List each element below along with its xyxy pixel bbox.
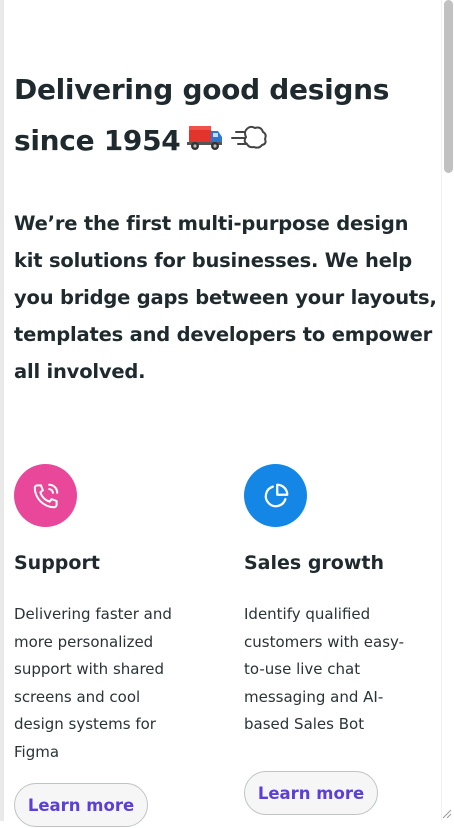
truck-icon xyxy=(186,117,224,168)
learn-more-button[interactable]: Learn more xyxy=(244,771,378,815)
phone-icon xyxy=(33,483,58,508)
feature-title: Sales growth xyxy=(244,552,385,574)
resize-grip-icon[interactable] xyxy=(440,807,452,819)
feature-sales-growth: Sales growth Identify qualified customer… xyxy=(244,464,434,815)
pie-chart-icon xyxy=(264,483,288,507)
feature-description: Identify qualified customers with easy-t… xyxy=(244,605,405,733)
feature-support: Support Delivering faster and more perso… xyxy=(14,464,204,827)
feature-title: Support xyxy=(14,552,100,574)
support-icon-badge xyxy=(14,464,77,527)
page-left-edge xyxy=(0,0,4,821)
learn-more-button[interactable]: Learn more xyxy=(14,783,148,827)
dash-icon xyxy=(230,117,268,168)
feature-description: Delivering faster and more personalized … xyxy=(14,605,172,761)
sales-icon-badge xyxy=(244,464,307,527)
hero-intro: We’re the first multi-purpose design kit… xyxy=(14,212,437,383)
hero-headline: Delivering good designs since 1954 xyxy=(14,64,434,168)
scrollbar-thumb[interactable] xyxy=(444,0,453,173)
scrollbar[interactable] xyxy=(441,0,454,821)
